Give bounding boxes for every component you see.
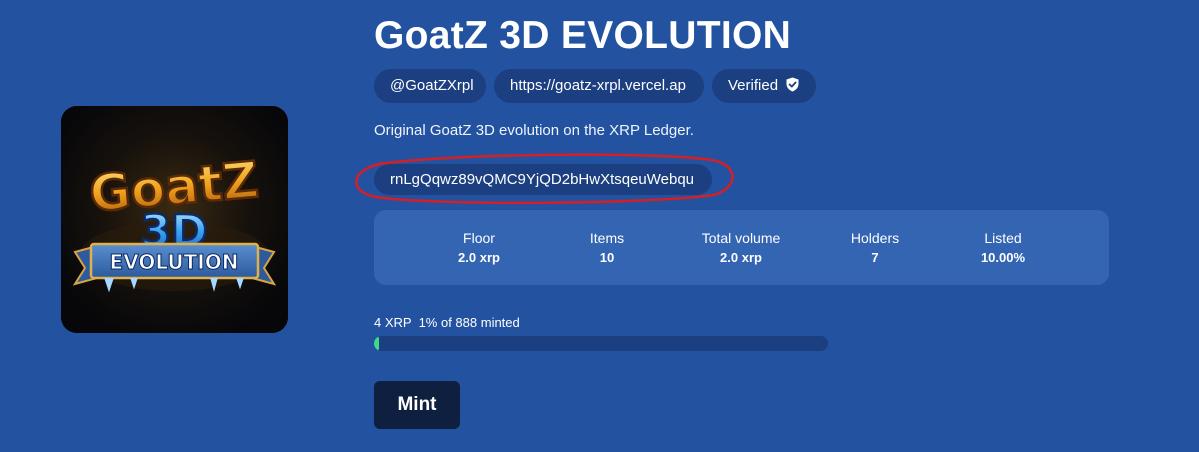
collection-logo: GoatZ 3D EVOLUTION (61, 106, 288, 333)
shield-check-icon (786, 71, 799, 103)
stats-panel: Floor 2.0 xrp Items 10 Total volume 2.0 … (374, 210, 1109, 285)
mint-price: 4 XRP (374, 315, 412, 330)
stat-holders: Holders 7 (851, 230, 899, 267)
collection-description: Original GoatZ 3D evolution on the XRP L… (374, 122, 694, 139)
stat-label: Listed (984, 230, 1022, 246)
stat-value: 2.0 xrp (458, 250, 500, 265)
stat-value: 10.00% (980, 250, 1026, 265)
mint-progress-text: 1% of 888 minted (418, 315, 520, 330)
stat-floor: Floor 2.0 xrp (458, 230, 500, 267)
verified-label: Verified (728, 77, 779, 94)
stat-value: 10 (599, 250, 615, 265)
stat-value: 7 (871, 250, 879, 265)
stat-value: 2.0 xrp (720, 250, 762, 265)
issuer-address[interactable]: rnLgQqwz89vQMC9YjQD2bHwXtsqeuWebqu (374, 164, 712, 195)
mint-status: 4 XRP 1% of 888 minted (374, 315, 520, 330)
verified-badge: Verified (712, 69, 816, 103)
goatz-logo-art: GoatZ 3D EVOLUTION (61, 106, 288, 333)
mint-progress-fill (374, 336, 379, 351)
stat-total-volume: Total volume 2.0 xrp (702, 230, 781, 267)
page-title: GoatZ 3D EVOLUTION (374, 14, 792, 57)
mint-button[interactable]: Mint (374, 381, 460, 429)
stat-label: Floor (463, 230, 495, 246)
stat-items: Items 10 (590, 230, 624, 267)
stat-label: Total volume (701, 230, 781, 246)
stat-label: Holders (850, 230, 900, 246)
website-link[interactable]: https://goatz-xrpl.vercel.ap (494, 69, 704, 103)
twitter-handle-link[interactable]: @GoatZXrpl (374, 69, 486, 103)
mint-progress-bar (374, 336, 828, 351)
stat-listed: Listed 10.00% (981, 230, 1025, 267)
logo-evolution-text: EVOLUTION (110, 250, 239, 274)
stat-label: Items (589, 230, 625, 246)
